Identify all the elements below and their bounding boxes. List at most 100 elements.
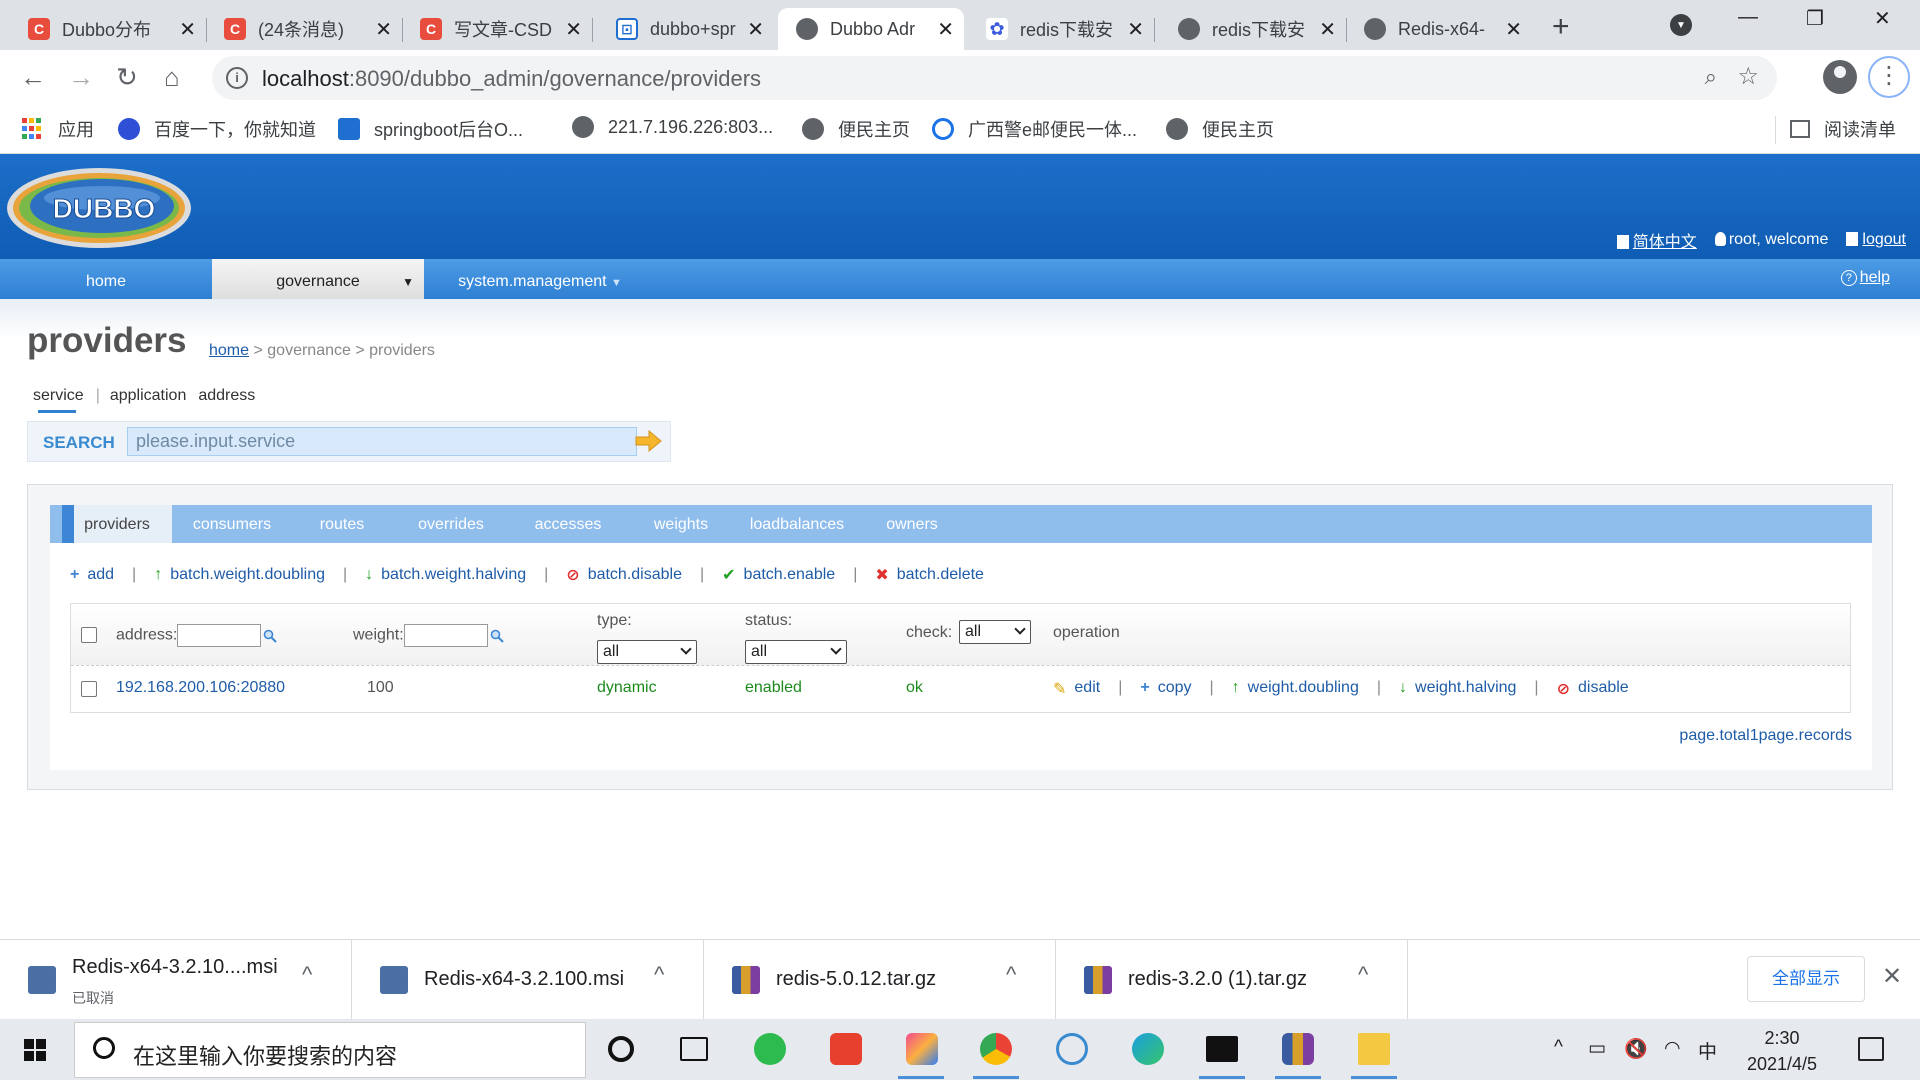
tab-search-icon[interactable]: ▼ [1670, 14, 1692, 36]
select-all-checkbox[interactable] [81, 627, 97, 643]
help-label[interactable]: help [1860, 269, 1890, 286]
breadcrumb-home-link[interactable]: home [209, 342, 249, 359]
row-op-copy[interactable]: + copy [1140, 679, 1191, 699]
service-search-input[interactable] [127, 427, 637, 456]
info-icon[interactable]: i [226, 67, 248, 89]
browser-tab[interactable]: C 写文章-CSD ✕ [402, 8, 592, 50]
browser-tab[interactable]: C (24条消息) ✕ [206, 8, 402, 50]
bookmark-star-icon[interactable]: ☆ [1737, 62, 1759, 91]
logout-label[interactable]: logout [1862, 231, 1906, 248]
chevron-up-icon[interactable]: ^ [1554, 1037, 1563, 1059]
chrome-icon[interactable] [980, 1033, 1012, 1065]
close-tab-icon[interactable]: ✕ [179, 17, 196, 42]
action-batch-disable[interactable]: ⊘ batch.disable [566, 565, 682, 585]
panel-tab-accesses[interactable]: accesses [510, 505, 626, 543]
address-bar[interactable]: i localhost:8090/dubbo_admin/governance/… [212, 56, 1777, 100]
action-batch-weight-doubling[interactable]: ↑ batch.weight.doubling [154, 566, 325, 584]
reload-icon[interactable]: ↻ [116, 62, 138, 93]
row-op-edit[interactable]: ✎ edit [1053, 679, 1100, 699]
close-tab-icon[interactable]: ✕ [1319, 17, 1336, 42]
check-select[interactable]: all [959, 620, 1031, 644]
minimize-icon[interactable]: — [1738, 6, 1758, 29]
row-op-weight-halving[interactable]: ↓ weight.halving [1399, 679, 1516, 699]
system-clock[interactable]: 2:30 2021/4/5 [1742, 1025, 1822, 1077]
panel-tab-overrides[interactable]: overrides [392, 505, 510, 543]
browser-tab[interactable]: C Dubbo分布 ✕ [10, 8, 206, 50]
chevron-up-icon[interactable]: ^ [1006, 962, 1016, 988]
show-all-downloads-button[interactable]: 全部显示 [1747, 956, 1865, 1002]
browser-tab[interactable]: ✿ redis下载安 ✕ [968, 8, 1154, 50]
wifi-icon[interactable]: ◠ [1664, 1037, 1681, 1060]
bookmark-item[interactable]: 221.7.196.226:803... [572, 116, 773, 138]
battery-icon[interactable]: ▭ [1588, 1037, 1606, 1060]
app-icon[interactable] [1056, 1033, 1088, 1065]
new-tab-button[interactable]: + [1552, 10, 1570, 44]
edge-icon[interactable] [1132, 1033, 1164, 1065]
status-select[interactable]: all [745, 640, 847, 664]
panel-tab-routes[interactable]: routes [292, 505, 392, 543]
browser-tab[interactable]: redis下载安 ✕ [1160, 8, 1346, 50]
panel-tab-owners[interactable]: owners [858, 505, 966, 543]
close-downloads-icon[interactable]: ✕ [1882, 962, 1902, 991]
back-icon[interactable]: ← [20, 62, 46, 93]
bookmark-item[interactable]: 广西警e邮便民一体... [932, 116, 1137, 142]
panel-tab-providers[interactable]: providers [62, 505, 172, 543]
chevron-up-icon[interactable]: ^ [654, 962, 664, 988]
taskbar-search-box[interactable]: 在这里输入你要搜索的内容 [74, 1022, 586, 1078]
close-tab-icon[interactable]: ✕ [1505, 17, 1522, 42]
chevron-up-icon[interactable]: ^ [1358, 962, 1368, 988]
subtab-service[interactable]: service [33, 387, 96, 405]
panel-tab-loadbalances[interactable]: loadbalances [736, 505, 858, 543]
bookmark-item[interactable]: springboot后台O... [338, 116, 523, 142]
restore-icon[interactable]: ❐ [1806, 6, 1824, 31]
menu-governance[interactable]: governance ▼ [212, 259, 424, 299]
browser-tab[interactable]: Redis-x64- ✕ [1346, 8, 1532, 50]
reading-list-button[interactable]: 阅读清单 [1790, 116, 1896, 142]
forward-icon[interactable]: → [68, 62, 94, 93]
close-tab-icon[interactable]: ✕ [375, 17, 392, 42]
notification-icon[interactable] [1858, 1037, 1884, 1061]
search-go-arrow-icon[interactable] [634, 430, 662, 452]
menu-system-management[interactable]: system.management ▼ [440, 259, 640, 299]
download-item[interactable]: Redis-x64-3.2.100.msi ^ [352, 940, 704, 1020]
browser-tab[interactable]: Dubbo Adr ✕ [778, 8, 964, 50]
provider-address-link[interactable]: 192.168.200.106:20880 [116, 679, 285, 697]
row-op-disable[interactable]: ⊘ disable [1557, 679, 1629, 699]
task-view-icon[interactable] [680, 1037, 708, 1061]
help-link[interactable]: ? help [1840, 269, 1890, 287]
wps-icon[interactable] [830, 1033, 862, 1065]
close-window-icon[interactable]: ✕ [1874, 6, 1891, 31]
intellij-icon[interactable] [906, 1033, 938, 1065]
type-select[interactable]: all [597, 640, 697, 664]
volume-muted-icon[interactable]: 🔇 [1624, 1037, 1648, 1061]
language-link-label[interactable]: 简体中文 [1633, 234, 1697, 251]
action-batch-delete[interactable]: ✖ batch.delete [875, 565, 984, 585]
url-text[interactable]: localhost:8090/dubbo_admin/governance/pr… [262, 66, 761, 92]
wechat-icon[interactable] [754, 1033, 786, 1065]
subtab-application[interactable]: application [110, 387, 199, 405]
action-batch-enable[interactable]: ✔ batch.enable [722, 565, 835, 585]
subtab-address[interactable]: address [198, 387, 267, 405]
weight-filter-input[interactable] [403, 624, 488, 647]
download-item[interactable]: redis-5.0.12.tar.gz ^ [704, 940, 1056, 1020]
action-add[interactable]: + add [70, 566, 114, 584]
home-icon[interactable]: ⌂ [164, 62, 180, 93]
bookmark-item[interactable]: 便民主页 [1166, 116, 1274, 142]
ime-indicator[interactable]: 中 [1698, 1037, 1717, 1064]
terminal-icon[interactable] [1206, 1036, 1238, 1062]
winrar-icon[interactable] [1282, 1033, 1314, 1065]
language-link[interactable]: 简体中文 [1616, 228, 1697, 252]
close-tab-icon[interactable]: ✕ [747, 17, 764, 42]
cortana-icon[interactable] [608, 1036, 634, 1062]
download-item[interactable]: Redis-x64-3.2.10....msi 已取消 ^ [0, 940, 352, 1020]
close-tab-icon[interactable]: ✕ [565, 17, 582, 42]
close-tab-icon[interactable]: ✕ [937, 17, 954, 42]
dubbo-logo[interactable]: DUBBO [4, 162, 194, 250]
panel-tab-consumers[interactable]: consumers [172, 505, 292, 543]
windows-start-icon[interactable] [24, 1039, 46, 1061]
close-tab-icon[interactable]: ✕ [1127, 17, 1144, 42]
row-checkbox[interactable] [81, 681, 97, 697]
chrome-menu-icon[interactable]: ⋮ [1868, 56, 1910, 98]
browser-tab[interactable]: ⊡ dubbo+spr ✕ [598, 8, 774, 50]
address-filter-input[interactable] [177, 624, 262, 647]
